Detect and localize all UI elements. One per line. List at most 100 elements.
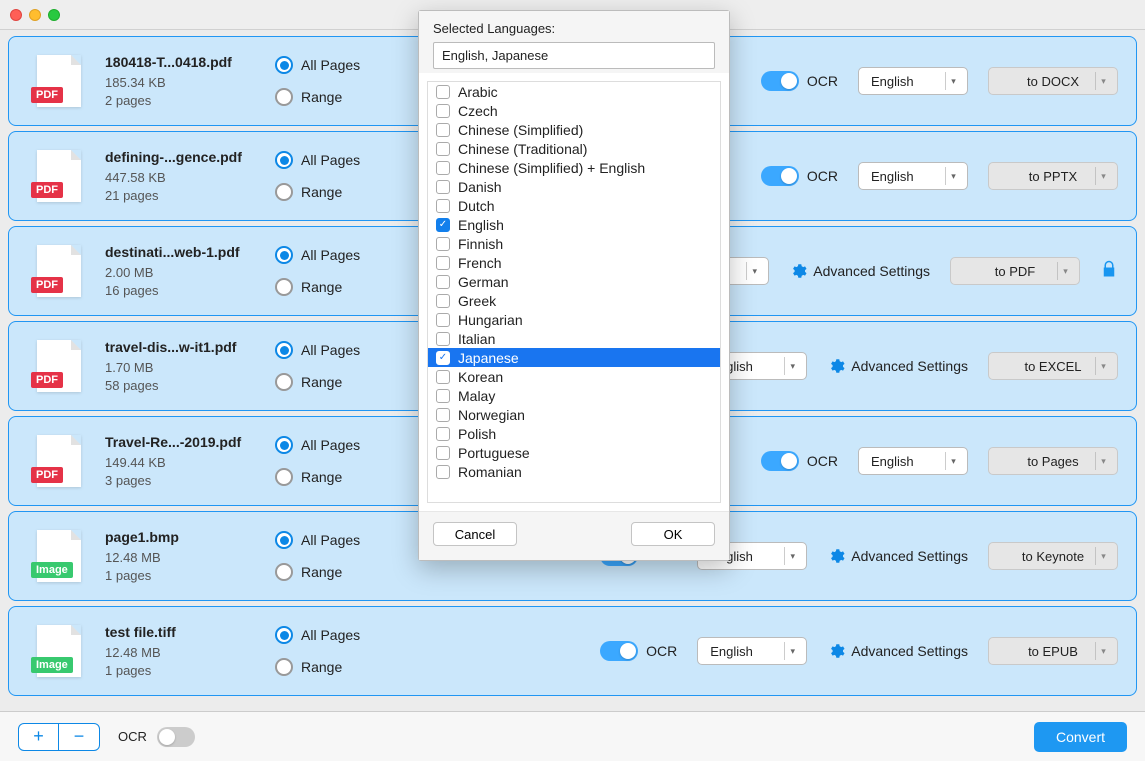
language-option[interactable]: Hungarian: [428, 310, 720, 329]
range-radio[interactable]: Range: [275, 468, 405, 486]
language-label: Italian: [458, 331, 495, 347]
language-option[interactable]: Chinese (Traditional): [428, 139, 720, 158]
language-label: Portuguese: [458, 445, 530, 461]
language-option[interactable]: Finnish: [428, 234, 720, 253]
language-option[interactable]: Arabic: [428, 82, 720, 101]
ocr-switch[interactable]: [761, 71, 799, 91]
ocr-label: OCR: [807, 168, 838, 184]
output-format-dropdown[interactable]: to PDF ▾: [950, 257, 1080, 285]
checkbox-icon: [436, 218, 450, 232]
output-format-dropdown[interactable]: to PPTX ▾: [988, 162, 1118, 190]
language-option[interactable]: Norwegian: [428, 405, 720, 424]
file-name: test file.tiff: [105, 624, 275, 640]
add-file-button[interactable]: +: [19, 724, 59, 750]
range-radio[interactable]: Range: [275, 88, 405, 106]
chevron-down-icon: ▾: [1057, 262, 1073, 280]
language-label: Chinese (Simplified) + English: [458, 160, 645, 176]
output-format-dropdown[interactable]: to EXCEL ▾: [988, 352, 1118, 380]
convert-button[interactable]: Convert: [1034, 722, 1127, 752]
language-option[interactable]: Italian: [428, 329, 720, 348]
checkbox-icon: [436, 180, 450, 194]
ocr-toggle[interactable]: OCR: [761, 166, 838, 186]
ocr-language-dropdown[interactable]: English ▾: [858, 162, 968, 190]
ocr-switch[interactable]: [761, 166, 799, 186]
all-pages-radio[interactable]: All Pages: [275, 436, 405, 454]
language-option[interactable]: French: [428, 253, 720, 272]
language-option[interactable]: Portuguese: [428, 443, 720, 462]
file-name: Travel-Re...-2019.pdf: [105, 434, 275, 450]
ocr-toggle[interactable]: OCR: [761, 451, 838, 471]
language-option[interactable]: Japanese: [428, 348, 720, 367]
language-label: Japanese: [458, 350, 519, 366]
ok-button[interactable]: OK: [631, 522, 715, 546]
range-radio[interactable]: Range: [275, 563, 405, 581]
language-option[interactable]: Malay: [428, 386, 720, 405]
all-pages-label: All Pages: [301, 532, 360, 548]
selected-languages-field[interactable]: English, Japanese: [433, 42, 715, 69]
all-pages-radio[interactable]: All Pages: [275, 151, 405, 169]
output-format-dropdown[interactable]: to Keynote ▾: [988, 542, 1118, 570]
close-window-button[interactable]: [10, 9, 22, 21]
radio-icon: [275, 151, 293, 169]
all-pages-radio[interactable]: All Pages: [275, 531, 405, 549]
language-list[interactable]: Arabic Czech Chinese (Simplified) Chines…: [427, 81, 721, 503]
radio-icon: [275, 626, 293, 644]
cancel-button[interactable]: Cancel: [433, 522, 517, 546]
ocr-switch[interactable]: [761, 451, 799, 471]
row-right-cluster: OCR English ▾ to DOCX ▾: [761, 67, 1118, 95]
language-option[interactable]: Dutch: [428, 196, 720, 215]
ocr-language-dropdown[interactable]: English ▾: [697, 637, 807, 665]
file-type-badge: PDF: [31, 467, 63, 483]
file-pages: 2 pages: [105, 93, 275, 108]
radio-icon: [275, 658, 293, 676]
all-pages-radio[interactable]: All Pages: [275, 626, 405, 644]
range-radio[interactable]: Range: [275, 373, 405, 391]
file-type-badge: PDF: [31, 372, 63, 388]
all-pages-radio[interactable]: All Pages: [275, 56, 405, 74]
range-label: Range: [301, 469, 342, 485]
ocr-toggle[interactable]: OCR: [600, 641, 677, 661]
ocr-toggle[interactable]: OCR: [761, 71, 838, 91]
language-option[interactable]: Greek: [428, 291, 720, 310]
maximize-window-button[interactable]: [48, 9, 60, 21]
language-option[interactable]: Danish: [428, 177, 720, 196]
language-option[interactable]: Chinese (Simplified): [428, 120, 720, 139]
language-option[interactable]: Polish: [428, 424, 720, 443]
language-dialog: Selected Languages: English, Japanese Ar…: [418, 10, 730, 561]
language-label: Hungarian: [458, 312, 523, 328]
checkbox-icon: [436, 275, 450, 289]
remove-file-button[interactable]: −: [59, 724, 99, 750]
ocr-language-dropdown[interactable]: English ▾: [858, 67, 968, 95]
ocr-switch[interactable]: [600, 641, 638, 661]
file-name: page1.bmp: [105, 529, 275, 545]
minimize-window-button[interactable]: [29, 9, 41, 21]
language-option[interactable]: Romanian: [428, 462, 720, 481]
all-pages-radio[interactable]: All Pages: [275, 341, 405, 359]
file-row[interactable]: Image test file.tiff 12.48 MB 1 pages Al…: [8, 606, 1137, 696]
ocr-language-dropdown[interactable]: English ▾: [858, 447, 968, 475]
ocr-global-toggle[interactable]: OCR: [118, 727, 195, 747]
range-radio[interactable]: Range: [275, 183, 405, 201]
chevron-down-icon: ▾: [746, 262, 762, 280]
advanced-settings-button[interactable]: Advanced Settings: [827, 547, 968, 565]
language-option[interactable]: Korean: [428, 367, 720, 386]
advanced-settings-button[interactable]: Advanced Settings: [789, 262, 930, 280]
range-radio[interactable]: Range: [275, 658, 405, 676]
language-option[interactable]: German: [428, 272, 720, 291]
chevron-down-icon: ▾: [1095, 167, 1111, 185]
range-radio[interactable]: Range: [275, 278, 405, 296]
language-option[interactable]: Chinese (Simplified) + English: [428, 158, 720, 177]
language-option[interactable]: Czech: [428, 101, 720, 120]
radio-icon: [275, 278, 293, 296]
output-format-dropdown[interactable]: to DOCX ▾: [988, 67, 1118, 95]
file-pages: 16 pages: [105, 283, 275, 298]
all-pages-radio[interactable]: All Pages: [275, 246, 405, 264]
file-size: 2.00 MB: [105, 265, 275, 280]
ocr-global-switch[interactable]: [157, 727, 195, 747]
advanced-settings-button[interactable]: Advanced Settings: [827, 642, 968, 660]
advanced-settings-button[interactable]: Advanced Settings: [827, 357, 968, 375]
language-option[interactable]: English: [428, 215, 720, 234]
output-format-dropdown[interactable]: to EPUB ▾: [988, 637, 1118, 665]
output-format-dropdown[interactable]: to Pages ▾: [988, 447, 1118, 475]
radio-icon: [275, 341, 293, 359]
